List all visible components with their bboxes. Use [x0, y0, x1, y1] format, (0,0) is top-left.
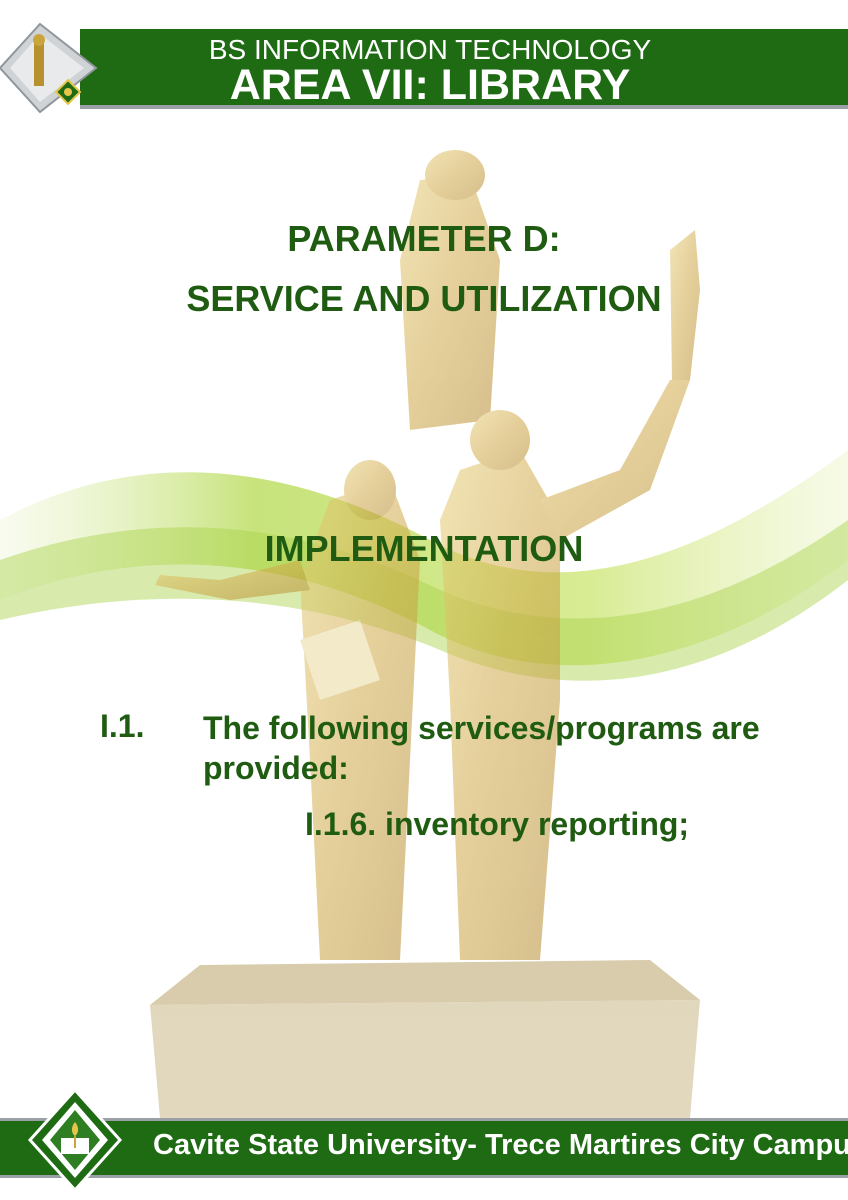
parameter-subtitle: SERVICE AND UTILIZATION	[186, 278, 662, 319]
section-title: IMPLEMENTATION	[264, 528, 584, 569]
item-number: I.1.	[100, 708, 145, 744]
parameter-title: PARAMETER D:	[287, 218, 561, 259]
university-seal-icon	[28, 1088, 122, 1192]
area-title: AREA VII: LIBRARY	[229, 61, 631, 109]
footer-university-name: Cavite State University- Trece Martires …	[153, 1129, 848, 1161]
statue-diamond-logo-icon	[0, 22, 98, 114]
item-text: The following services/programs are prov…	[203, 710, 760, 786]
subitem-text: I.1.6. inventory reporting;	[305, 806, 690, 842]
statue-image	[150, 150, 700, 1118]
